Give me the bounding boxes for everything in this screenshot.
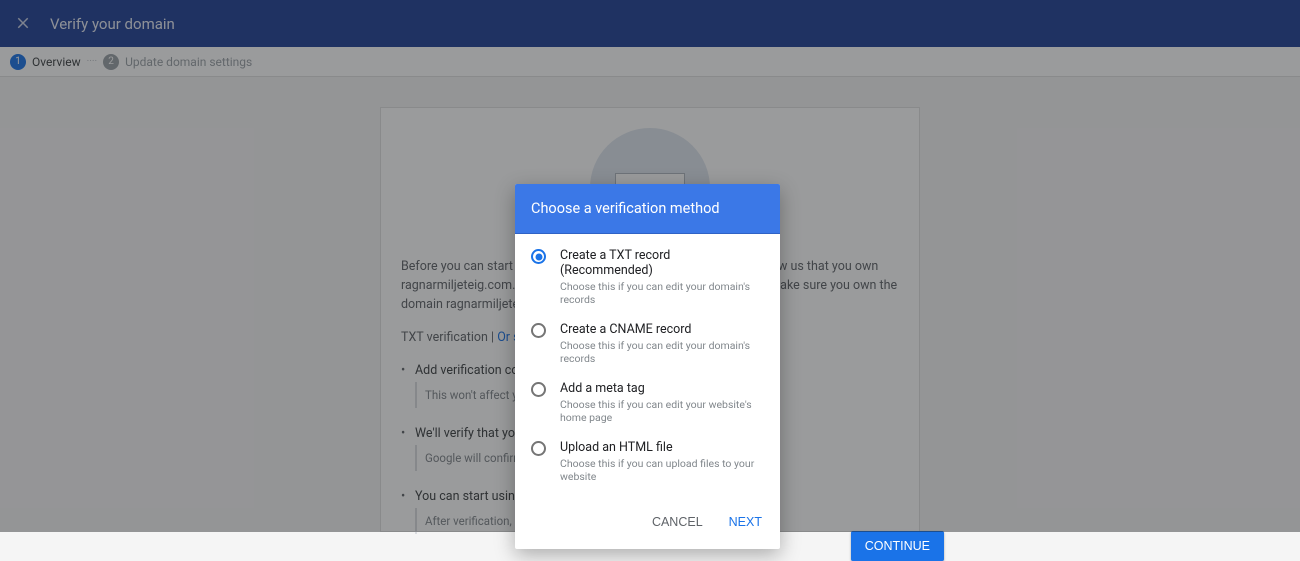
option-txt-label: Create a TXT record (Recommended) (560, 248, 764, 278)
modal-title: Choose a verification method (515, 184, 780, 234)
verification-method-modal: Choose a verification method Create a TX… (515, 184, 780, 549)
radio-icon (531, 441, 546, 456)
option-meta-tag[interactable]: Add a meta tag Choose this if you can ed… (531, 381, 764, 424)
option-meta-label: Add a meta tag (560, 381, 764, 396)
option-cname-label: Create a CNAME record (560, 322, 764, 337)
radio-icon (531, 382, 546, 397)
option-html-label: Upload an HTML file (560, 440, 764, 455)
continue-button[interactable]: CONTINUE (851, 531, 944, 561)
option-html-file[interactable]: Upload an HTML file Choose this if you c… (531, 440, 764, 483)
option-meta-sub: Choose this if you can edit your website… (560, 398, 764, 424)
cancel-button[interactable]: CANCEL (648, 509, 707, 535)
next-button[interactable]: NEXT (725, 509, 766, 535)
option-cname-sub: Choose this if you can edit your domain'… (560, 339, 764, 365)
option-txt-record[interactable]: Create a TXT record (Recommended) Choose… (531, 248, 764, 306)
radio-icon (531, 323, 546, 338)
option-txt-sub: Choose this if you can edit your domain'… (560, 280, 764, 306)
option-cname-record[interactable]: Create a CNAME record Choose this if you… (531, 322, 764, 365)
option-html-sub: Choose this if you can upload files to y… (560, 457, 764, 483)
radio-icon (531, 249, 546, 264)
